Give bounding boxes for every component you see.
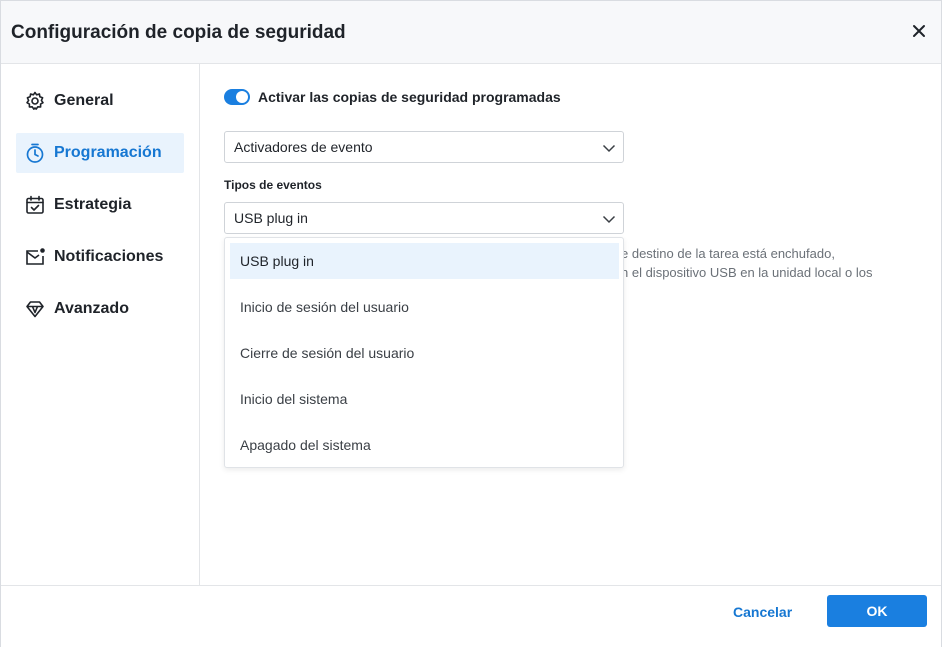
sidebar-item-notificaciones[interactable]: Notificaciones [16, 237, 184, 277]
trigger-type-value: Activadores de evento [234, 139, 373, 155]
mail-notification-icon [24, 246, 46, 268]
sidebar-item-label: Notificaciones [54, 248, 164, 265]
sidebar-item-label: Avanzado [54, 300, 129, 317]
timer-icon [24, 142, 46, 164]
dropdown-option-system-startup[interactable]: Inicio del sistema [230, 381, 619, 417]
event-type-value: USB plug in [234, 210, 308, 226]
dropdown-option-user-login[interactable]: Inicio de sesión del usuario [230, 289, 619, 325]
ok-button[interactable]: OK [827, 595, 927, 627]
event-type-select[interactable]: USB plug in [224, 202, 624, 234]
sidebar-item-label: General [54, 92, 114, 109]
dropdown-option-system-shutdown[interactable]: Apagado del sistema [230, 427, 619, 463]
chevron-down-icon [602, 141, 616, 153]
dialog-header: Configuración de copia de seguridad [1, 1, 941, 64]
trigger-type-select[interactable]: Activadores de evento [224, 131, 624, 163]
sidebar-item-general[interactable]: General [16, 81, 184, 121]
main-content: Activar las copias de seguridad programa… [201, 64, 941, 585]
scheduled-backup-toggle[interactable] [224, 89, 250, 105]
close-icon[interactable] [909, 21, 929, 41]
sidebar-item-label: Estrategia [54, 196, 132, 213]
sidebar-item-estrategia[interactable]: Estrategia [16, 185, 184, 225]
sidebar-item-label: Programación [54, 144, 162, 161]
sidebar-item-programacion[interactable]: Programación [16, 133, 184, 173]
scheduled-backup-toggle-row: Activar las copias de seguridad programa… [224, 89, 561, 105]
description-line: n el dispositivo USB en la unidad local … [621, 265, 873, 280]
description-line: e destino de la tarea está enchufado, [621, 246, 835, 261]
dialog-footer: Cancelar OK [1, 585, 941, 648]
chevron-down-icon [602, 212, 616, 224]
dropdown-option-usb-plug-in[interactable]: USB plug in [230, 243, 619, 279]
sidebar-item-avanzado[interactable]: Avanzado [16, 289, 184, 329]
dialog-title: Configuración de copia de seguridad [11, 22, 346, 43]
backup-settings-dialog: Configuración de copia de seguridad Gene… [0, 0, 942, 648]
scheduled-backup-toggle-label: Activar las copias de seguridad programa… [258, 89, 561, 105]
calendar-check-icon [24, 194, 46, 216]
event-types-label: Tipos de eventos [224, 178, 322, 192]
gear-icon [24, 90, 46, 112]
dropdown-option-user-logout[interactable]: Cierre de sesión del usuario [230, 335, 619, 371]
sidebar: General Programación Estrategia Notifica… [1, 64, 200, 585]
event-description: e destino de la tarea está enchufado, n … [621, 244, 872, 282]
event-type-dropdown: USB plug in Inicio de sesión del usuario… [224, 237, 624, 468]
cancel-button[interactable]: Cancelar [733, 603, 792, 621]
diamond-icon [24, 298, 46, 320]
